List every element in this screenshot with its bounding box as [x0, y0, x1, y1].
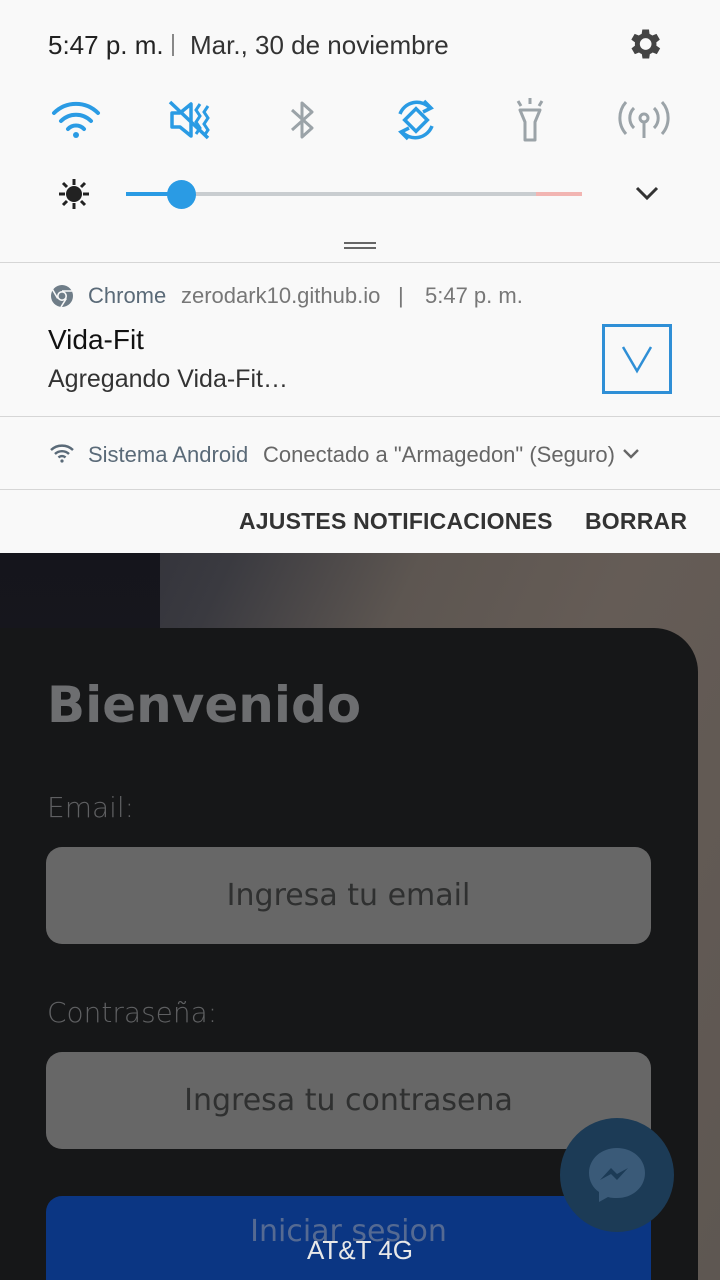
bluetooth-icon: [290, 101, 314, 139]
page-title: Bienvenido: [47, 676, 362, 734]
drag-handle[interactable]: [344, 242, 376, 250]
app-logo: [602, 324, 672, 394]
chrome-icon: [51, 285, 73, 308]
chevron-down-icon[interactable]: [622, 447, 640, 461]
brightness-warning-zone: [536, 192, 582, 196]
email-field[interactable]: Ingresa tu email: [46, 847, 651, 944]
notification-shade: 5:47 p. m. Mar., 30 de noviembre Chrome …: [0, 0, 720, 553]
notification-text: Agregando Vida-Fit…: [48, 365, 288, 393]
notification-settings-button[interactable]: AJUSTES NOTIFICACIONES: [239, 508, 553, 535]
quick-setting-hotspot[interactable]: [616, 92, 672, 148]
chevron-down-icon[interactable]: [632, 182, 662, 206]
divider: [172, 34, 174, 56]
notification-time: 5:47 p. m.: [425, 283, 523, 308]
quick-setting-auto-rotate[interactable]: [388, 92, 444, 148]
app-background: Bienvenido Email: Ingresa tu email Contr…: [0, 553, 720, 1280]
divider: [0, 262, 720, 263]
quick-settings: [0, 92, 720, 152]
system-notification-text: Conectado a "Armagedon" (Seguro): [263, 442, 615, 467]
vida-fit-logo-icon: [621, 346, 653, 374]
quick-setting-flashlight[interactable]: [502, 92, 558, 148]
quick-setting-sound[interactable]: [162, 92, 218, 148]
rotate-icon: [398, 99, 434, 141]
vibrate-mute-icon: [168, 100, 210, 140]
messenger-button[interactable]: [560, 1118, 674, 1232]
status-bar: 5:47 p. m. Mar., 30 de noviembre: [0, 0, 720, 90]
flashlight-icon: [516, 98, 544, 142]
notification-separator: |: [398, 283, 404, 308]
wifi-icon: [50, 444, 74, 463]
password-field[interactable]: Ingresa tu contrasena: [46, 1052, 651, 1149]
quick-setting-bluetooth[interactable]: [274, 92, 330, 148]
system-notification-app: Sistema Android: [88, 442, 249, 467]
quick-setting-wifi[interactable]: [48, 92, 104, 148]
messenger-icon: [589, 1148, 645, 1202]
email-label: Email:: [47, 791, 135, 824]
system-notification[interactable]: Sistema Android Conectado a "Armagedon" …: [0, 417, 720, 489]
date: Mar., 30 de noviembre: [190, 30, 449, 60]
clock: 5:47 p. m.: [48, 30, 164, 60]
gear-icon[interactable]: [624, 24, 664, 64]
notification-actions: AJUSTES NOTIFICACIONES BORRAR: [0, 490, 720, 553]
hotspot-icon: [618, 101, 670, 138]
password-label: Contraseña:: [47, 996, 218, 1029]
notification-site: zerodark10.github.io: [181, 283, 381, 308]
notification-title: Vida-Fit: [48, 324, 144, 355]
brightness-slider-thumb[interactable]: [166, 180, 196, 209]
brightness-icon: [59, 179, 89, 209]
chrome-notification[interactable]: Chrome zerodark10.github.io | 5:47 p. m.…: [0, 264, 720, 416]
carrier-label: AT&T 4G: [307, 1235, 413, 1265]
brightness-control: [0, 170, 720, 220]
notification-app-name: Chrome: [88, 283, 167, 308]
clear-button[interactable]: BORRAR: [585, 508, 687, 535]
wifi-icon: [52, 101, 100, 138]
